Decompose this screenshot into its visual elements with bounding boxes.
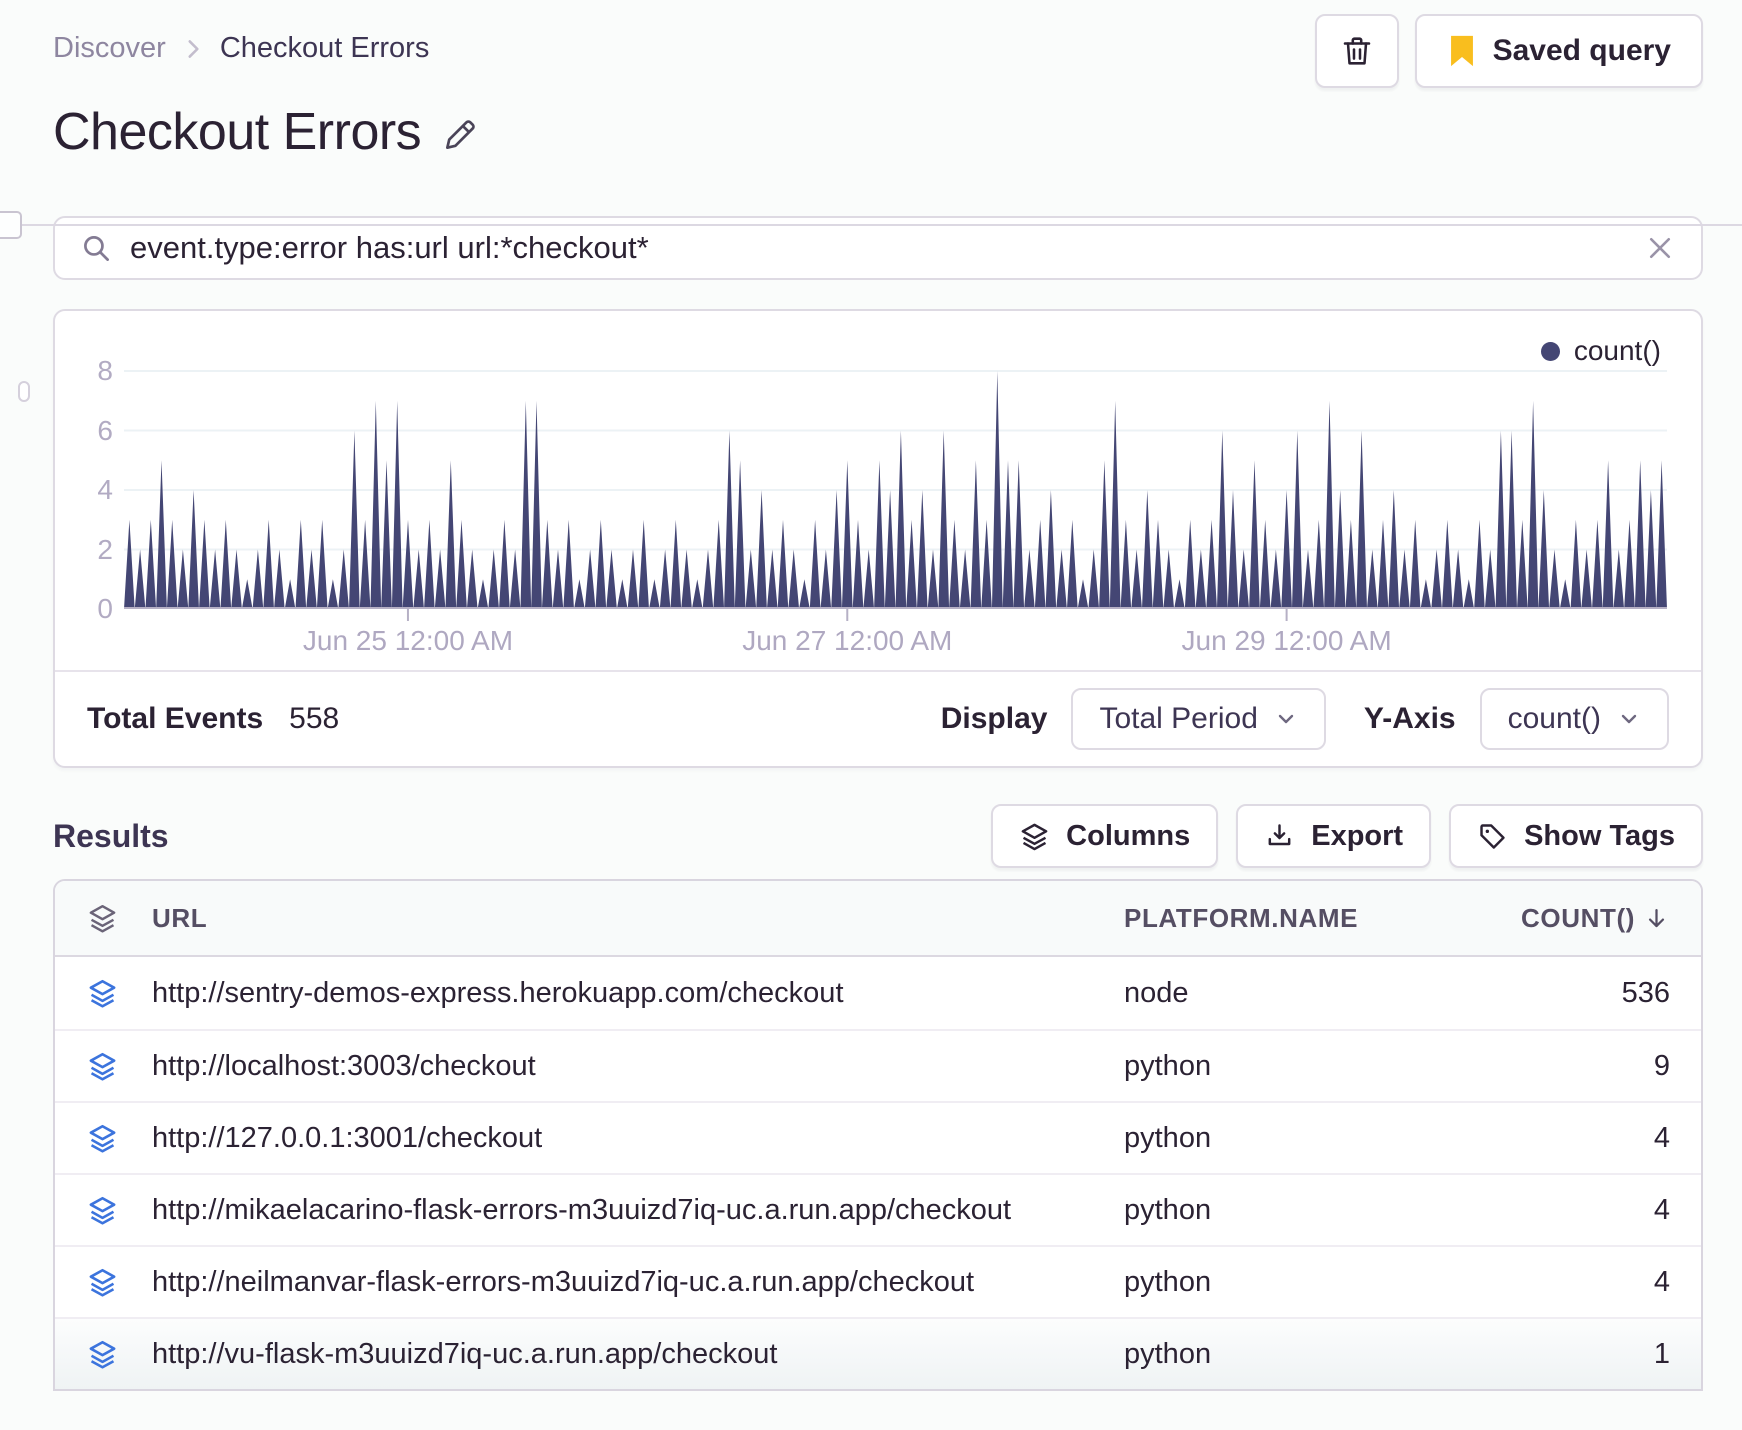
legend-series-dot xyxy=(1540,341,1560,361)
yaxis-label: Y-Axis xyxy=(1363,702,1456,735)
spike-chart xyxy=(124,370,1667,621)
count-cell: 4 xyxy=(1653,1193,1670,1226)
results-table: URL PLATFORM.NAME COUNT() http://sentry-… xyxy=(53,879,1703,1391)
results-header-row: Results Columns Export Show Tags xyxy=(0,768,1742,868)
results-heading: Results xyxy=(53,817,169,854)
chevron-down-icon xyxy=(1617,707,1641,731)
url-cell: http://vu-flask-m3uuizd7iq-uc.a.run.app/… xyxy=(152,1337,778,1370)
sort-desc-arrow-icon xyxy=(1648,908,1665,927)
count-cell: 4 xyxy=(1653,1121,1670,1154)
title-row: Checkout Errors xyxy=(0,88,1742,161)
platform-cell: node xyxy=(1124,976,1189,1009)
count-cell: 9 xyxy=(1653,1049,1670,1082)
bookmark-icon xyxy=(1447,34,1477,68)
total-events-label: Total Events xyxy=(87,702,264,735)
show-tags-button[interactable]: Show Tags xyxy=(1449,804,1703,868)
url-cell: http://neilmanvar-flask-errors-m3uuizd7i… xyxy=(152,1265,975,1298)
y-axis-tick-label: 0 xyxy=(97,593,113,624)
discover-saved-query-page: Discover Checkout Errors Saved query Che… xyxy=(0,0,1742,1430)
platform-cell: python xyxy=(1124,1121,1212,1154)
stack-icon xyxy=(1019,821,1050,852)
table-row: http://127.0.0.1:3001/checkout python 4 xyxy=(55,1101,1701,1173)
yaxis-value: count() xyxy=(1507,702,1601,735)
row-stack-icon[interactable] xyxy=(87,978,152,1009)
columns-button[interactable]: Columns xyxy=(991,804,1219,868)
row-stack-icon[interactable] xyxy=(87,1339,152,1370)
yaxis-select[interactable]: count() xyxy=(1479,688,1669,750)
x-axis-tick-label: Jun 29 12:00 AM xyxy=(1181,625,1392,656)
breadcrumb-discover-link[interactable]: Discover xyxy=(53,32,166,65)
row-stack-icon[interactable] xyxy=(87,1267,152,1298)
columns-label: Columns xyxy=(1066,819,1191,852)
platform-cell: python xyxy=(1124,1049,1212,1082)
export-button[interactable]: Export xyxy=(1236,804,1432,868)
top-bar: Discover Checkout Errors Saved query xyxy=(0,0,1742,88)
column-header-url[interactable]: URL xyxy=(152,903,1124,934)
export-label: Export xyxy=(1311,819,1404,852)
platform-cell: python xyxy=(1124,1337,1212,1370)
url-cell: http://localhost:3003/checkout xyxy=(152,1049,536,1082)
chart-panel: count() 0 2 4 6 8 Jun 25 12:00 AM Jun 27 12:0… xyxy=(53,309,1703,768)
count-cell: 536 xyxy=(1621,976,1670,1009)
show-tags-label: Show Tags xyxy=(1524,819,1675,852)
stack-icon[interactable] xyxy=(87,903,152,934)
x-axis-tick-label: Jun 25 12:00 AM xyxy=(302,625,514,656)
y-axis-tick-label: 6 xyxy=(97,414,113,446)
count-column-label: COUNT() xyxy=(1521,902,1635,933)
table-row: http://sentry-demos-express.herokuapp.co… xyxy=(55,957,1701,1029)
clear-search-icon[interactable] xyxy=(1645,233,1675,263)
chart-panel-footer: Total Events 558 Display Total Period Y-… xyxy=(55,670,1701,766)
platform-cell: python xyxy=(1124,1193,1212,1226)
url-cell: http://127.0.0.1:3001/checkout xyxy=(152,1121,543,1154)
sidebar-collapse-handle[interactable] xyxy=(0,211,22,239)
search-icon xyxy=(81,233,112,264)
chart-y-axis: 0 2 4 6 8 xyxy=(55,355,113,624)
download-icon xyxy=(1264,821,1295,852)
row-stack-icon[interactable] xyxy=(87,1051,152,1082)
column-header-platform[interactable]: PLATFORM.NAME xyxy=(1124,903,1510,934)
display-value: Total Period xyxy=(1099,702,1258,735)
tag-icon xyxy=(1477,821,1508,852)
header-divider xyxy=(0,224,1742,226)
results-table-body: http://sentry-demos-express.herokuapp.co… xyxy=(55,957,1701,1389)
url-cell: http://mikaelacarino-flask-errors-m3uuiz… xyxy=(152,1193,1012,1226)
y-axis-tick-label: 8 xyxy=(97,355,113,386)
total-events: Total Events 558 xyxy=(87,702,339,736)
side-drag-handle[interactable] xyxy=(18,381,30,402)
row-stack-icon[interactable] xyxy=(87,1123,152,1154)
platform-cell: python xyxy=(1124,1265,1212,1298)
table-row: http://neilmanvar-flask-errors-m3uuizd7i… xyxy=(55,1245,1701,1317)
row-stack-icon[interactable] xyxy=(87,1195,152,1226)
y-axis-tick-label: 4 xyxy=(97,474,113,505)
results-actions: Columns Export Show Tags xyxy=(991,804,1703,868)
count-cell: 1 xyxy=(1653,1337,1670,1370)
page-title: Checkout Errors xyxy=(53,103,422,161)
results-table-header: URL PLATFORM.NAME COUNT() xyxy=(55,881,1701,957)
edit-title-pencil-icon[interactable] xyxy=(441,110,479,154)
y-axis-tick-label: 2 xyxy=(97,533,113,565)
column-header-count[interactable]: COUNT() xyxy=(1510,903,1670,934)
display-select[interactable]: Total Period xyxy=(1071,688,1326,750)
chart-x-axis: Jun 25 12:00 AM Jun 27 12:00 AM Jun 29 12:… xyxy=(124,625,1667,659)
saved-query-button[interactable]: Saved query xyxy=(1414,14,1703,88)
display-label: Display xyxy=(940,702,1048,735)
breadcrumb-current: Checkout Errors xyxy=(219,32,430,64)
table-row: http://localhost:3003/checkout python 9 xyxy=(55,1029,1701,1101)
saved-query-label: Saved query xyxy=(1492,34,1671,67)
total-events-value: 558 xyxy=(289,702,340,735)
count-cell: 4 xyxy=(1653,1265,1670,1298)
trash-icon xyxy=(1339,33,1375,69)
chart-plot-area[interactable] xyxy=(124,359,1667,621)
chevron-right-icon xyxy=(180,36,206,62)
url-cell: http://sentry-demos-express.herokuapp.co… xyxy=(152,976,844,1009)
chart-controls: Display Total Period Y-Axis count() xyxy=(927,688,1669,750)
x-axis-tick-label: Jun 27 12:00 AM xyxy=(742,625,953,656)
delete-query-button[interactable] xyxy=(1314,14,1399,88)
breadcrumb: Discover Checkout Errors xyxy=(53,14,429,65)
table-row: http://mikaelacarino-flask-errors-m3uuiz… xyxy=(55,1173,1701,1245)
table-row: http://vu-flask-m3uuizd7iq-uc.a.run.app/… xyxy=(55,1317,1701,1389)
chevron-down-icon xyxy=(1274,707,1298,731)
search-input[interactable] xyxy=(130,230,1627,266)
top-actions: Saved query xyxy=(1314,14,1703,88)
